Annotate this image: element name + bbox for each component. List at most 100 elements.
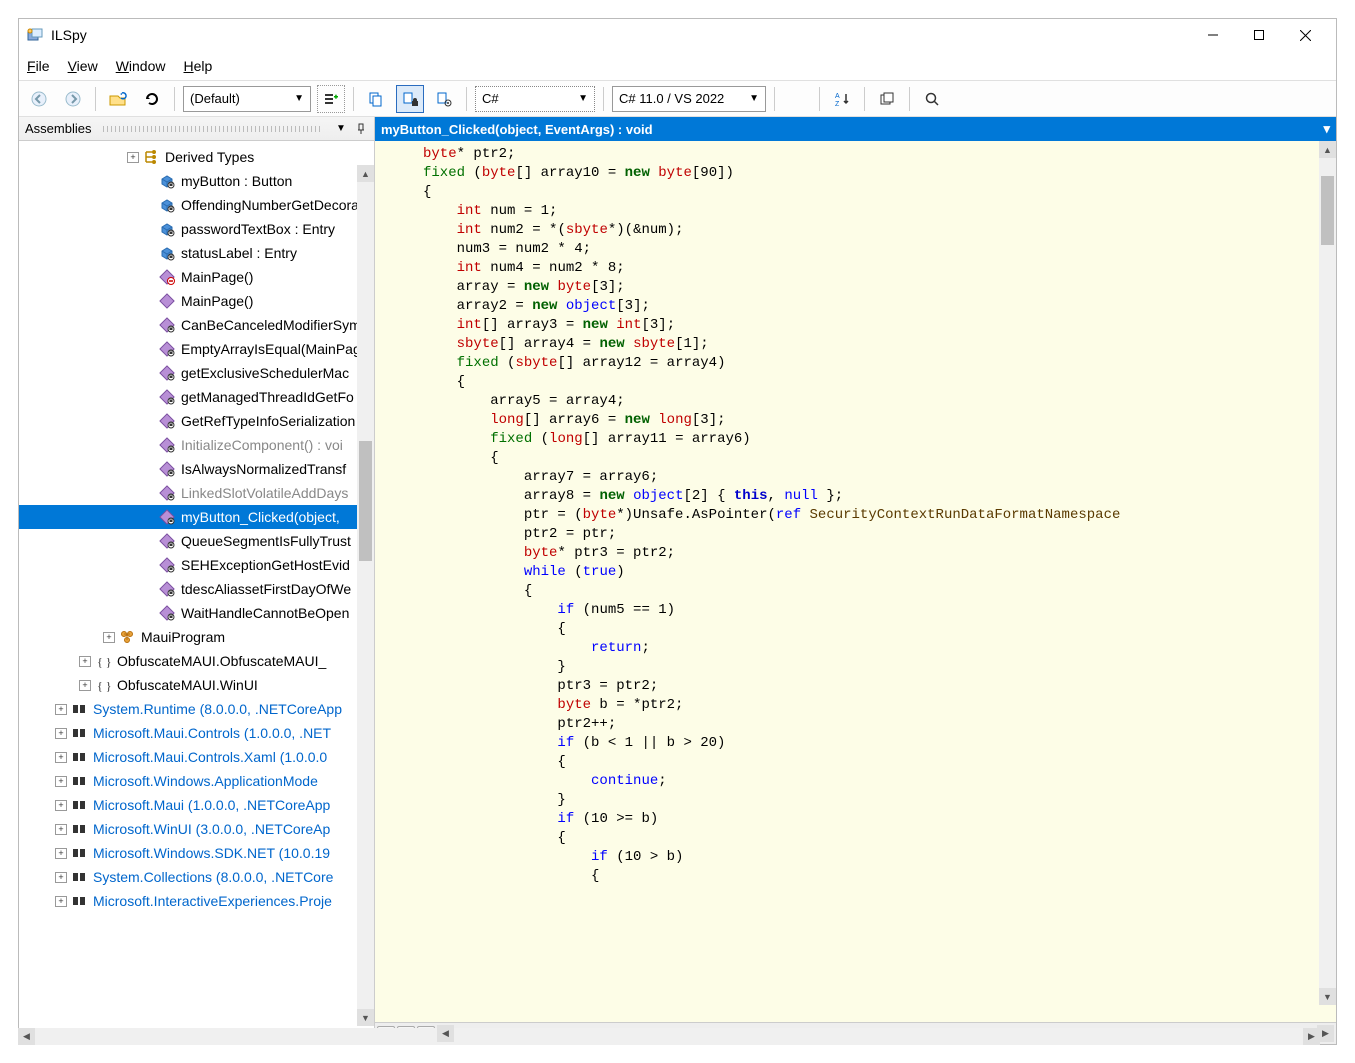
tree-expander[interactable]: +	[55, 848, 67, 859]
menu-file[interactable]: File	[27, 58, 50, 74]
tree-expander[interactable]: +	[55, 872, 67, 883]
tree-item[interactable]: + System.Runtime (8.0.0.0, .NETCoreApp	[19, 697, 374, 721]
code-status-bar: ⊕ ⊖ 1 ◀ ▶	[375, 1022, 1336, 1044]
field-icon	[159, 221, 177, 237]
tree-item-label: System.Runtime (8.0.0.0, .NETCoreApp	[93, 701, 342, 717]
open-button[interactable]	[104, 85, 132, 113]
tree-item[interactable]: QueueSegmentIsFullyTrust	[19, 529, 374, 553]
method-icon	[159, 413, 177, 429]
asm-icon	[71, 749, 89, 765]
tree-item[interactable]: SEHExceptionGetHostEvid	[19, 553, 374, 577]
menu-help[interactable]: Help	[184, 58, 213, 74]
active-tab[interactable]: myButton_Clicked(object, EventArgs) : vo…	[381, 122, 653, 137]
config-combo[interactable]: (Default)▼	[183, 86, 311, 112]
tree-item[interactable]: +MauiProgram	[19, 625, 374, 649]
tree-item[interactable]: myButton : Button	[19, 169, 374, 193]
tree-item[interactable]: getExclusiveSchedulerMac	[19, 361, 374, 385]
windows-button[interactable]	[873, 85, 901, 113]
assemblies-tree[interactable]: + Derived Types myButton : Button Offending…	[19, 141, 374, 1044]
window-title: ILSpy	[51, 27, 1190, 43]
tree-item-label: myButton_Clicked(object,	[181, 509, 340, 525]
tree-item[interactable]: + System.Collections (8.0.0.0, .NETCore	[19, 865, 374, 889]
add-list-button[interactable]	[317, 85, 345, 113]
tree-item[interactable]: passwordTextBox : Entry	[19, 217, 374, 241]
tree-item[interactable]: MainPage()	[19, 289, 374, 313]
tree-item-label: Microsoft.WinUI (3.0.0.0, .NETCoreAp	[93, 821, 330, 837]
tree-item[interactable]: + Microsoft.WinUI (3.0.0.0, .NETCoreAp	[19, 817, 374, 841]
language-combo[interactable]: C#▼	[475, 86, 595, 112]
tree-item-label: getExclusiveSchedulerMac	[181, 365, 349, 381]
tree-expander[interactable]: +	[55, 752, 67, 763]
tree-item-label: statusLabel : Entry	[181, 245, 297, 261]
tree-item[interactable]: MainPage()	[19, 265, 374, 289]
tree-item[interactable]: + Microsoft.Windows.ApplicationMode	[19, 769, 374, 793]
field-icon	[159, 197, 177, 213]
back-button[interactable]	[25, 85, 53, 113]
tree-item-label: Microsoft.Maui.Controls (1.0.0.0, .NET	[93, 725, 331, 741]
tree-expander[interactable]: +	[55, 776, 67, 787]
tree-item-label: CanBeCanceledModifierSym	[181, 317, 361, 333]
code-scroll-right[interactable]: ▶	[1317, 1025, 1334, 1042]
tree-item[interactable]: CanBeCanceledModifierSym	[19, 313, 374, 337]
code-scroll-left[interactable]: ◀	[437, 1025, 454, 1042]
settings-filter-button[interactable]	[430, 85, 458, 113]
tree-item[interactable]: + Microsoft.Maui (1.0.0.0, .NETCoreApp	[19, 793, 374, 817]
language-version-combo[interactable]: C# 11.0 / VS 2022▼	[612, 86, 766, 112]
tree-item-label: Microsoft.Windows.ApplicationMode	[93, 773, 318, 789]
tree-item-label: OffendingNumberGetDecorat	[181, 197, 363, 213]
tree-scrollbar-vertical[interactable]: ▲ ▼	[357, 165, 374, 1026]
tree-item[interactable]: + Microsoft.Maui.Controls (1.0.0.0, .NET	[19, 721, 374, 745]
sidebar-header: Assemblies ▼	[19, 117, 374, 141]
minimize-button[interactable]	[1190, 19, 1236, 51]
tree-expander[interactable]: +	[79, 680, 91, 691]
close-button[interactable]	[1282, 19, 1328, 51]
maximize-button[interactable]	[1236, 19, 1282, 51]
ns-icon: { }	[95, 677, 113, 693]
lock-filter-button[interactable]	[396, 85, 424, 113]
tree-item[interactable]: +{ }ObfuscateMAUI.WinUI	[19, 673, 374, 697]
search-button[interactable]	[918, 85, 946, 113]
tree-item[interactable]: IsAlwaysNormalizedTransf	[19, 457, 374, 481]
tree-item[interactable]: +Microsoft.Maui.Controls.Xaml (1.0.0.0	[19, 745, 374, 769]
code-scrollbar-vertical[interactable]: ▲ ▼	[1319, 141, 1336, 1005]
tree-expander[interactable]: +	[55, 824, 67, 835]
sidebar-dropdown-button[interactable]: ▼	[334, 122, 348, 136]
tree-expander[interactable]: +	[55, 800, 67, 811]
tree-item[interactable]: + Derived Types	[19, 145, 374, 169]
tree-item-label: Derived Types	[165, 149, 254, 165]
svg-text:Z: Z	[835, 101, 840, 107]
tree-item[interactable]: myButton_Clicked(object,	[19, 505, 374, 529]
tree-expander[interactable]: +	[79, 656, 91, 667]
tree-item[interactable]: +Microsoft.InteractiveExperiences.Proje	[19, 889, 374, 913]
tree-expander[interactable]: +	[55, 896, 67, 907]
tree-item[interactable]: statusLabel : Entry	[19, 241, 374, 265]
tree-item[interactable]: EmptyArrayIsEqual(MainPag	[19, 337, 374, 361]
menu-view[interactable]: View	[68, 58, 98, 74]
tree-item[interactable]: tdescAliassetFirstDayOfWe	[19, 577, 374, 601]
refresh-button[interactable]	[138, 85, 166, 113]
forward-button[interactable]	[59, 85, 87, 113]
tree-item[interactable]: GetRefTypeInfoSerialization	[19, 409, 374, 433]
copy-button[interactable]	[362, 85, 390, 113]
sort-button[interactable]: AZ	[828, 85, 856, 113]
theme-button[interactable]	[783, 85, 811, 113]
tree-item[interactable]: WaitHandleCannotBeOpen	[19, 601, 374, 625]
tree-item-label: System.Collections (8.0.0.0, .NETCore	[93, 869, 333, 885]
tree-expander[interactable]: +	[127, 152, 139, 163]
method-icon	[159, 581, 177, 597]
tree-expander[interactable]: +	[55, 704, 67, 715]
tree-item[interactable]: LinkedSlotVolatileAddDays	[19, 481, 374, 505]
menu-window[interactable]: Window	[116, 58, 166, 74]
tab-menu-button[interactable]: ▾	[1323, 121, 1330, 137]
tree-item[interactable]: OffendingNumberGetDecorat	[19, 193, 374, 217]
sidebar-title: Assemblies	[25, 121, 91, 136]
tree-item[interactable]: +Microsoft.Windows.SDK.NET (10.0.19	[19, 841, 374, 865]
code-viewer[interactable]: byte* ptr2; fixed (byte[] array10 = new …	[375, 141, 1336, 1022]
tree-item[interactable]: +{ }ObfuscateMAUI.ObfuscateMAUI_	[19, 649, 374, 673]
tree-expander[interactable]: +	[103, 632, 115, 643]
tree-item-label: Microsoft.Maui (1.0.0.0, .NETCoreApp	[93, 797, 330, 813]
tree-expander[interactable]: +	[55, 728, 67, 739]
tree-item[interactable]: InitializeComponent() : voi	[19, 433, 374, 457]
tree-item[interactable]: getManagedThreadIdGetFo	[19, 385, 374, 409]
sidebar-pin-button[interactable]	[354, 122, 368, 136]
